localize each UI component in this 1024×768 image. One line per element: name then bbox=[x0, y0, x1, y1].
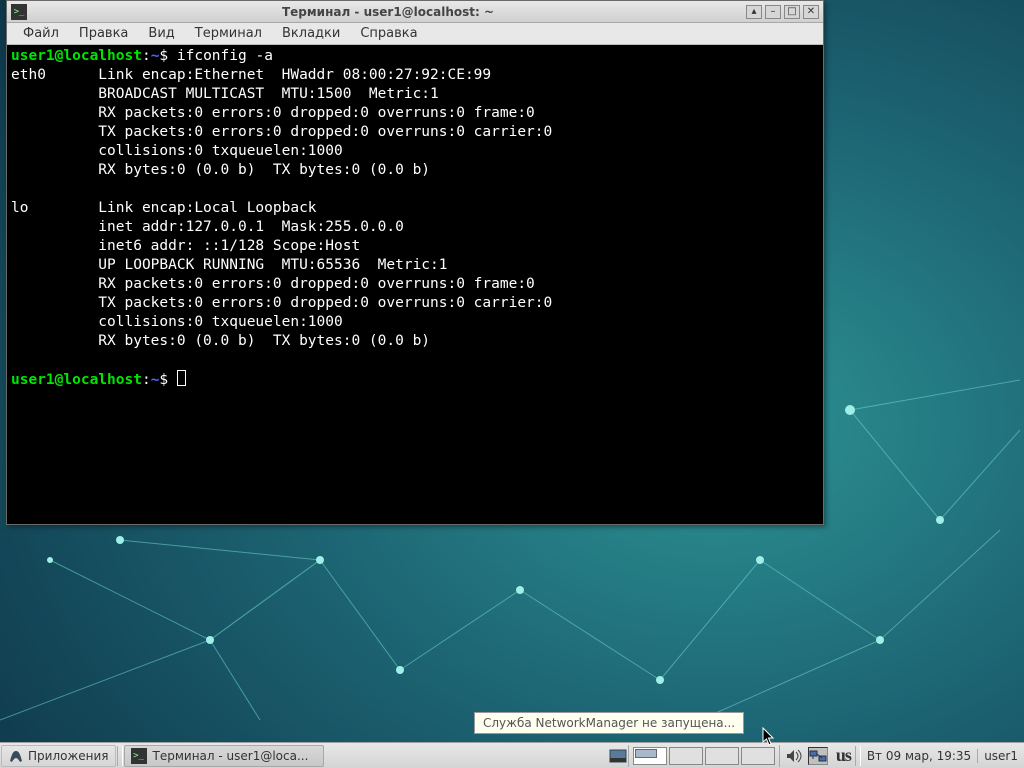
terminal-content[interactable]: user1@localhost:~$ ifconfig -a eth0 Link… bbox=[7, 45, 823, 524]
menu-help[interactable]: Справка bbox=[350, 24, 427, 43]
applications-menu-button[interactable]: Приложения bbox=[1, 745, 116, 767]
separator bbox=[117, 746, 123, 766]
mouse-cursor-icon bbox=[762, 727, 776, 747]
terminal-icon: >_ bbox=[131, 748, 147, 764]
menu-view[interactable]: Вид bbox=[138, 24, 184, 43]
menu-edit[interactable]: Правка bbox=[69, 24, 138, 43]
titlebar[interactable]: >_ Терминал - user1@localhost: ~ ▴ – □ ✕ bbox=[7, 1, 823, 23]
xfce-mouse-icon bbox=[8, 748, 24, 764]
minimize-button[interactable]: – bbox=[765, 5, 781, 19]
shade-button[interactable]: ▴ bbox=[746, 5, 762, 19]
network-icon[interactable] bbox=[808, 747, 828, 765]
show-desktop-button[interactable] bbox=[608, 747, 628, 765]
network-tooltip: Служба NetworkManager не запущена... bbox=[474, 712, 744, 734]
taskbar-task-terminal[interactable]: >_ Терминал - user1@loca... bbox=[124, 745, 324, 767]
volume-icon[interactable] bbox=[784, 747, 804, 765]
menubar: Файл Правка Вид Терминал Вкладки Справка bbox=[7, 23, 823, 45]
task-label: Терминал - user1@loca... bbox=[153, 749, 309, 763]
workspace-3[interactable] bbox=[705, 747, 739, 765]
keyboard-layout-indicator[interactable]: us bbox=[832, 745, 855, 766]
system-tray bbox=[780, 747, 832, 765]
window-title: Терминал - user1@localhost: ~ bbox=[33, 5, 743, 19]
workspace-1[interactable] bbox=[633, 747, 667, 765]
workspace-pager bbox=[628, 745, 780, 767]
terminal-window: >_ Терминал - user1@localhost: ~ ▴ – □ ✕… bbox=[6, 0, 824, 525]
maximize-button[interactable]: □ bbox=[784, 5, 800, 19]
applications-label: Приложения bbox=[28, 749, 109, 763]
menu-tabs[interactable]: Вкладки bbox=[272, 24, 350, 43]
terminal-icon: >_ bbox=[11, 4, 27, 20]
workspace-2[interactable] bbox=[669, 747, 703, 765]
close-button[interactable]: ✕ bbox=[803, 5, 819, 19]
menu-terminal[interactable]: Терминал bbox=[185, 24, 272, 43]
taskbar: Приложения >_ Терминал - user1@loca... u… bbox=[0, 742, 1024, 768]
workspace-4[interactable] bbox=[741, 747, 775, 765]
user-menu-button[interactable]: user1 bbox=[977, 749, 1024, 763]
clock[interactable]: Вт 09 мар, 19:35 bbox=[861, 749, 977, 763]
menu-file[interactable]: Файл bbox=[13, 24, 69, 43]
